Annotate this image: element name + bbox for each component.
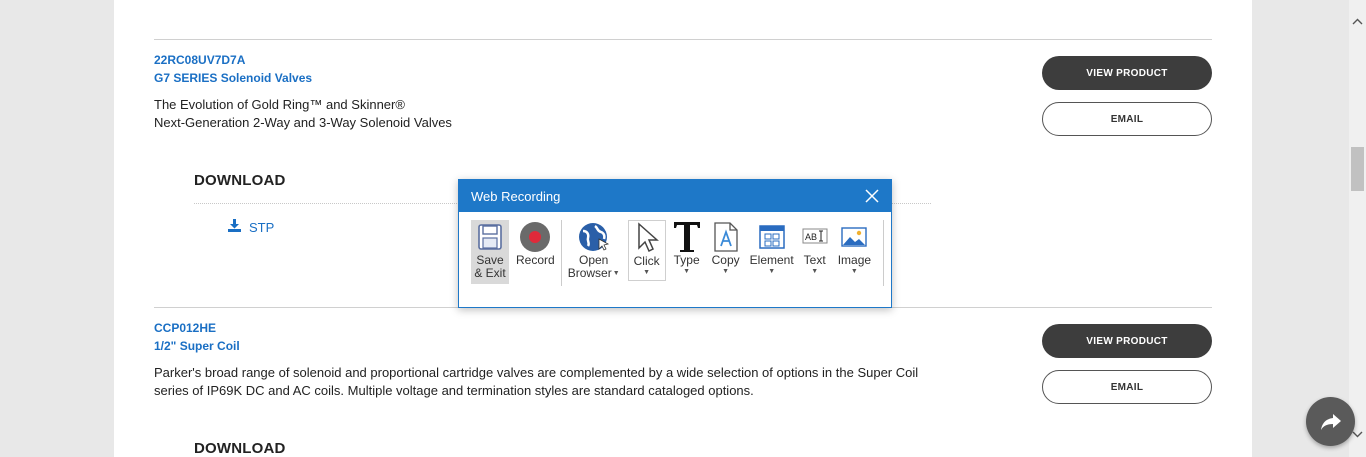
product-description: The Evolution of Gold Ring™ and Skinner®… [154, 96, 452, 132]
type-button[interactable]: Type ▼ [672, 220, 702, 276]
text-select-icon: AB [802, 220, 828, 254]
save-icon [477, 220, 503, 254]
image-label: Image [837, 253, 872, 267]
dialog-title: Web Recording [471, 188, 561, 204]
open-browser-button[interactable]: Open Browser ▼ [568, 220, 620, 280]
record-label: Record [516, 253, 555, 267]
svg-text:AB: AB [805, 232, 817, 242]
record-button[interactable]: Record [516, 220, 555, 267]
product-part-number[interactable]: 22RC08UV7D7A [154, 53, 245, 67]
chevron-down-icon: ▼ [768, 268, 776, 275]
image-button[interactable]: Image ▼ [838, 220, 871, 276]
recording-toolbar: Save & Exit Record Open Browser ▼ Click … [471, 220, 890, 286]
share-arrow-icon [1320, 413, 1341, 430]
browser-label: Browser [567, 266, 612, 280]
close-icon[interactable] [863, 187, 881, 205]
download-icon [228, 219, 241, 235]
element-label: Element [749, 253, 794, 267]
copy-document-icon [712, 220, 740, 254]
record-icon [519, 220, 551, 254]
description-line: Parker's broad range of solenoid and pro… [154, 365, 919, 380]
browser-label-row: Browser ▼ [568, 267, 620, 280]
email-button[interactable]: EMAIL [1042, 370, 1212, 404]
chevron-down-icon: ▼ [850, 268, 858, 275]
divider [154, 39, 1212, 40]
globe-icon [577, 220, 611, 254]
email-button[interactable]: EMAIL [1042, 102, 1212, 136]
download-heading: DOWNLOAD [194, 172, 286, 189]
save-exit-button[interactable]: Save & Exit [471, 220, 509, 284]
cursor-icon [635, 221, 659, 255]
chevron-down-icon: ▼ [811, 268, 819, 275]
chevron-down-icon: ▼ [612, 270, 620, 277]
scrollbar-thumb[interactable] [1351, 147, 1364, 191]
text-button[interactable]: AB Text ▼ [802, 220, 828, 276]
dialog-title-bar[interactable]: Web Recording [459, 180, 891, 212]
toolbar-separator [883, 220, 885, 286]
view-product-button[interactable]: VIEW PRODUCT [1042, 56, 1212, 90]
image-icon [840, 220, 868, 254]
web-recording-dialog: Web Recording Save & Exit Record Open Br… [458, 179, 892, 308]
product-description: Parker's broad range of solenoid and pro… [154, 364, 918, 400]
element-window-icon [758, 220, 786, 254]
copy-label: Copy [711, 253, 740, 267]
product-part-number[interactable]: CCP012HE [154, 321, 216, 335]
product-name[interactable]: G7 SERIES Solenoid Valves [154, 71, 312, 85]
type-label: Type [673, 253, 700, 267]
description-line: series of IP69K DC and AC coils. Multipl… [154, 383, 754, 398]
view-product-button[interactable]: VIEW PRODUCT [1042, 324, 1212, 358]
download-stp-link[interactable]: STP [228, 219, 274, 235]
type-t-icon [672, 220, 702, 254]
exit-label: & Exit [474, 266, 506, 280]
element-button[interactable]: Element ▼ [750, 220, 794, 276]
click-button[interactable]: Click ▼ [627, 220, 666, 281]
scroll-up-icon[interactable] [1352, 16, 1363, 27]
download-link-label: STP [249, 219, 275, 235]
chevron-down-icon: ▼ [643, 269, 651, 276]
description-line: The Evolution of Gold Ring™ and Skinner® [154, 97, 405, 112]
vertical-scrollbar[interactable] [1349, 0, 1366, 457]
product-name[interactable]: 1/2" Super Coil [154, 339, 240, 353]
text-label: Text [803, 253, 826, 267]
copy-button[interactable]: Copy ▼ [712, 220, 740, 276]
download-heading: DOWNLOAD [194, 440, 286, 457]
chevron-down-icon: ▼ [722, 268, 730, 275]
description-line: Next-Generation 2-Way and 3-Way Solenoid… [154, 115, 452, 130]
scroll-down-icon[interactable] [1352, 429, 1363, 440]
chevron-down-icon: ▼ [683, 268, 691, 275]
click-label: Click [633, 254, 660, 268]
share-button[interactable] [1306, 397, 1355, 446]
toolbar-separator [560, 220, 562, 286]
